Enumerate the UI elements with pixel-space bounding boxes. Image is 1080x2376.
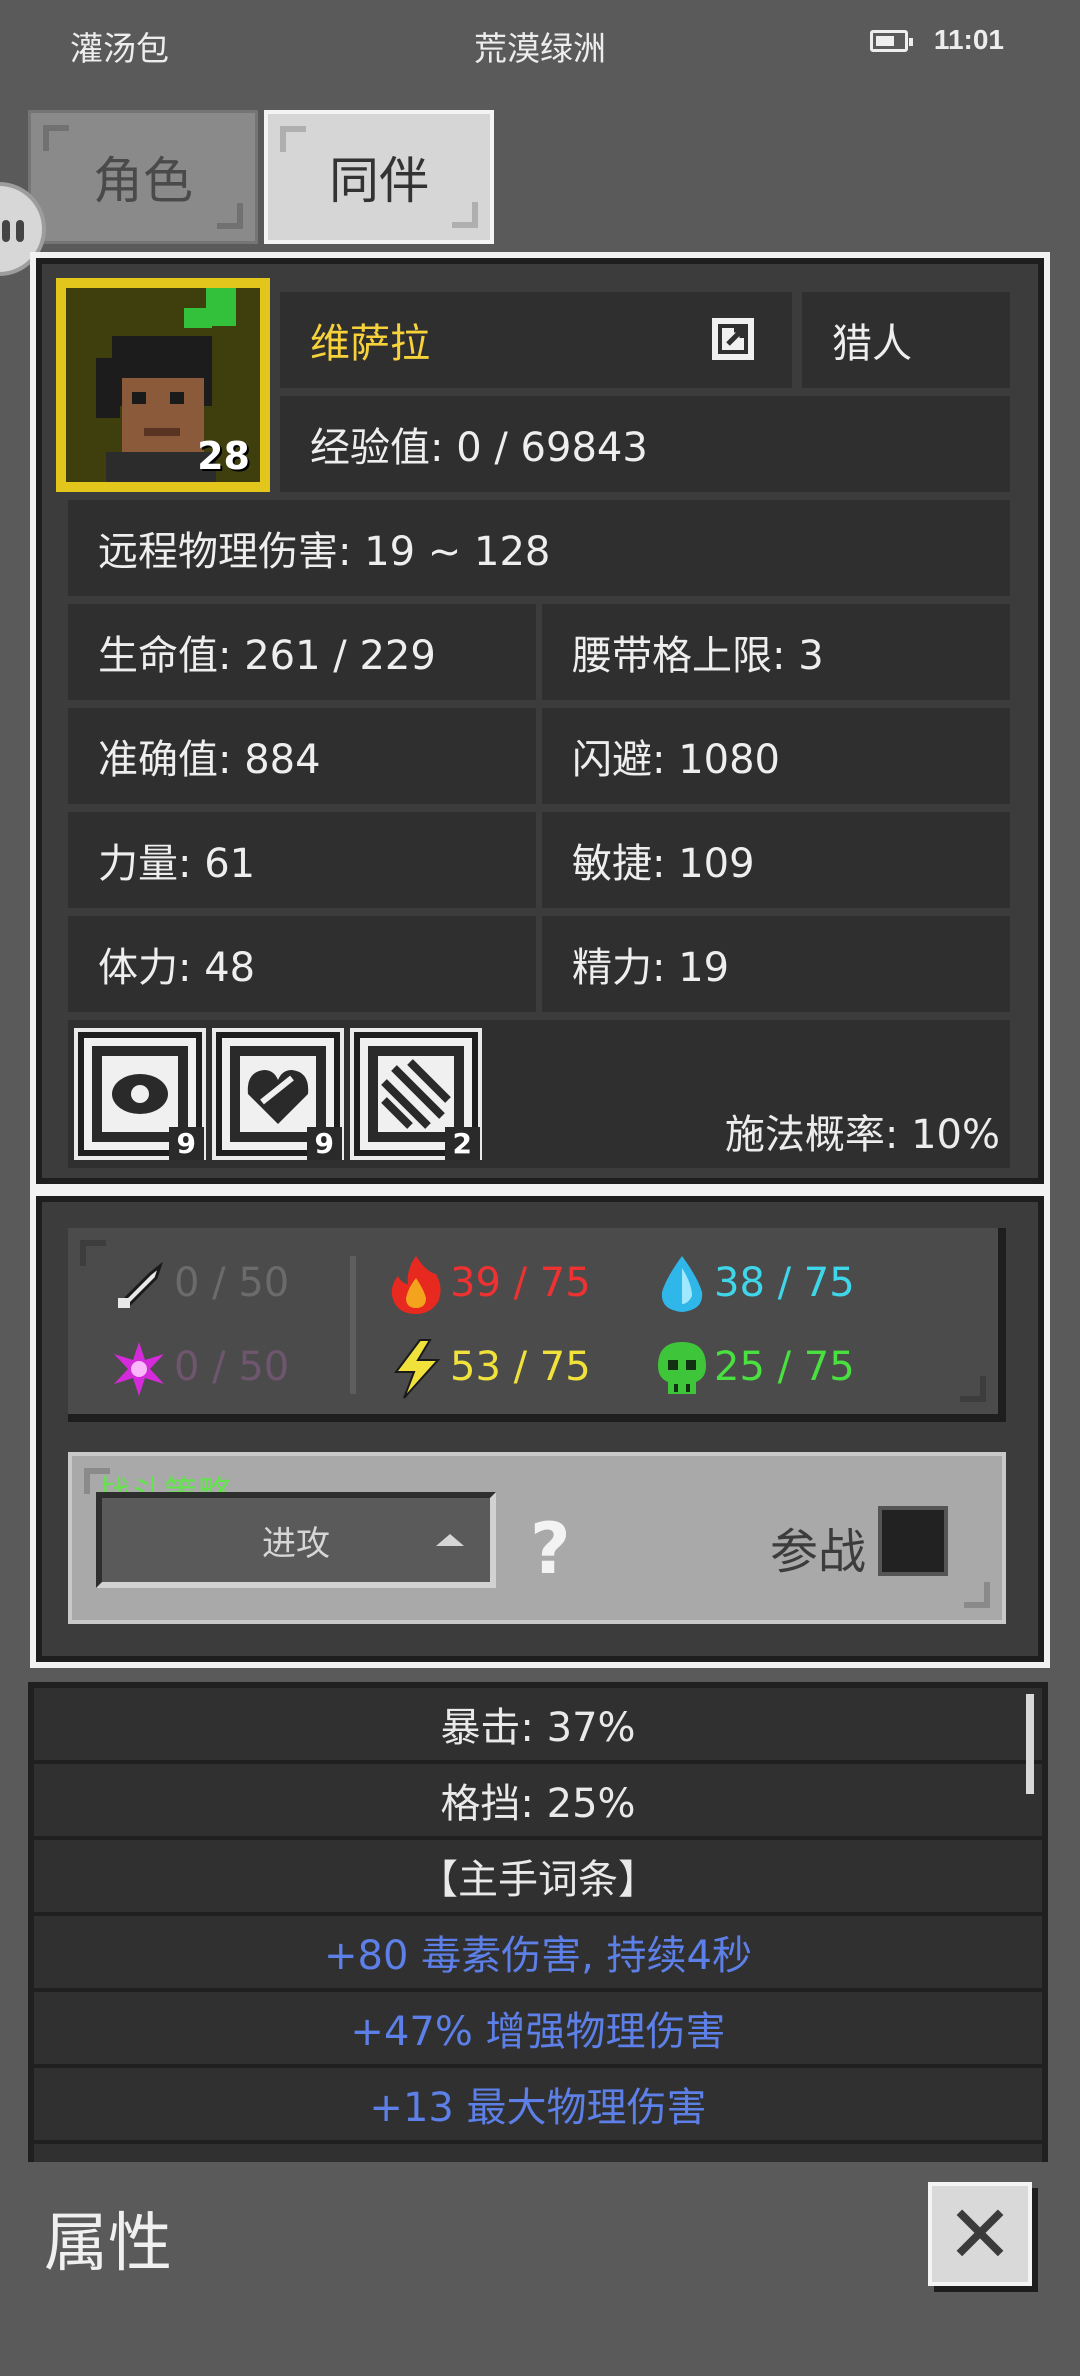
lightning-resist-value: 53 / 75 bbox=[450, 1344, 591, 1390]
stat-energy: 精力: 19 bbox=[572, 945, 730, 991]
skill-slot-3[interactable]: 2 bbox=[350, 1028, 482, 1160]
lightning-resist-icon bbox=[386, 1338, 446, 1400]
companion-class: 猎人 bbox=[832, 321, 912, 367]
stat-dodge: 闪避: 1080 bbox=[572, 737, 780, 783]
stat-cell: 敏捷: 109 bbox=[542, 812, 1010, 908]
fire-resist-icon bbox=[386, 1254, 446, 1316]
list-item: +80 毒素伤害, 持续4秒 bbox=[34, 1916, 1042, 1988]
stat-cell: 生命值: 261 / 229 bbox=[68, 604, 536, 700]
cold-resist-icon bbox=[652, 1254, 712, 1316]
skill-count: 9 bbox=[306, 1127, 342, 1160]
divider bbox=[350, 1256, 356, 1394]
join-battle-checkbox[interactable] bbox=[878, 1506, 948, 1576]
stat-stamina: 体力: 48 bbox=[98, 945, 256, 991]
attribute-list[interactable]: 暴击: 37% 格挡: 25% 【主手词条】 +80 毒素伤害, 持续4秒 +4… bbox=[28, 1682, 1048, 2162]
stat-cell: 腰带格上限: 3 bbox=[542, 604, 1010, 700]
clock: 11:01 bbox=[933, 24, 1004, 55]
stat-cell: 闪避: 1080 bbox=[542, 708, 1010, 804]
tab-character[interactable]: 角色 bbox=[28, 110, 258, 244]
tab-character-label: 角色 bbox=[93, 152, 193, 210]
help-icon[interactable]: ? bbox=[530, 1508, 571, 1590]
companion-name: 维萨拉 bbox=[310, 321, 430, 367]
list-item: +47% 增强物理伤害 bbox=[34, 1992, 1042, 2064]
rename-icon[interactable] bbox=[712, 318, 754, 360]
list-item: 暴击: 37% bbox=[34, 1688, 1042, 1760]
physical-resist-value: 0 / 50 bbox=[174, 1260, 290, 1306]
stat-belt: 腰带格上限: 3 bbox=[572, 633, 824, 679]
magic-resist-icon bbox=[110, 1340, 168, 1398]
skill-slot-2[interactable]: 9 bbox=[212, 1028, 344, 1160]
damage-cell: 远程物理伤害: 19 ~ 128 bbox=[68, 500, 1010, 596]
close-icon: ✕ bbox=[946, 2187, 1014, 2281]
tab-companion[interactable]: 同伴 bbox=[264, 110, 494, 244]
list-item: 格挡: 25% bbox=[34, 1764, 1042, 1836]
list-item: +13 最大物理伤害 bbox=[34, 2068, 1042, 2140]
damage-value: 远程物理伤害: 19 ~ 128 bbox=[98, 529, 551, 575]
experience-cell: 经验值: 0 / 69843 bbox=[280, 396, 1010, 492]
stat-cell: 力量: 61 bbox=[68, 812, 536, 908]
page-title: 属性 bbox=[44, 2207, 172, 2281]
class-cell: 猎人 bbox=[802, 292, 1010, 388]
stat-strength: 力量: 61 bbox=[98, 841, 256, 887]
tab-companion-label: 同伴 bbox=[329, 152, 429, 210]
companion-level: 28 bbox=[197, 434, 250, 478]
battery-icon bbox=[870, 30, 913, 52]
screen-title: 荒漠绿洲 bbox=[474, 29, 606, 68]
magic-resist-value: 0 / 50 bbox=[174, 1344, 290, 1390]
strategy-selected-value: 进攻 bbox=[262, 1523, 330, 1564]
poison-resist-icon bbox=[652, 1338, 712, 1400]
physical-resist-icon bbox=[110, 1256, 168, 1314]
resistance-box bbox=[68, 1228, 1006, 1422]
poison-resist-value: 25 / 75 bbox=[714, 1344, 855, 1390]
list-item: 【主手词条】 bbox=[34, 1840, 1042, 1912]
stat-cell: 准确值: 884 bbox=[68, 708, 536, 804]
strategy-select[interactable]: 进攻 bbox=[96, 1492, 496, 1588]
close-button[interactable]: ✕ bbox=[928, 2182, 1032, 2286]
cold-resist-value: 38 / 75 bbox=[714, 1260, 855, 1306]
skill-count: 2 bbox=[444, 1127, 480, 1160]
status-bar: 灌汤包 荒漠绿洲 11:01 bbox=[0, 0, 1080, 86]
fire-resist-value: 39 / 75 bbox=[450, 1260, 591, 1306]
stat-agility: 敏捷: 109 bbox=[572, 841, 755, 887]
list-item bbox=[34, 2144, 1042, 2162]
join-battle-label: 参战 bbox=[770, 1524, 867, 1580]
stat-cell: 精力: 19 bbox=[542, 916, 1010, 1012]
stat-accuracy: 准确值: 884 bbox=[98, 737, 321, 783]
stat-life: 生命值: 261 / 229 bbox=[98, 633, 436, 679]
companion-portrait[interactable]: 28 bbox=[56, 278, 270, 492]
skill-count: 9 bbox=[168, 1127, 204, 1160]
scrollbar[interactable] bbox=[1026, 1694, 1034, 1794]
experience-value: 经验值: 0 / 69843 bbox=[310, 425, 648, 471]
chevron-up-icon bbox=[436, 1534, 464, 1546]
skill-slot-1[interactable]: 9 bbox=[74, 1028, 206, 1160]
cast-chance: 施法概率: 10% bbox=[724, 1112, 1000, 1158]
stat-cell: 体力: 48 bbox=[68, 916, 536, 1012]
